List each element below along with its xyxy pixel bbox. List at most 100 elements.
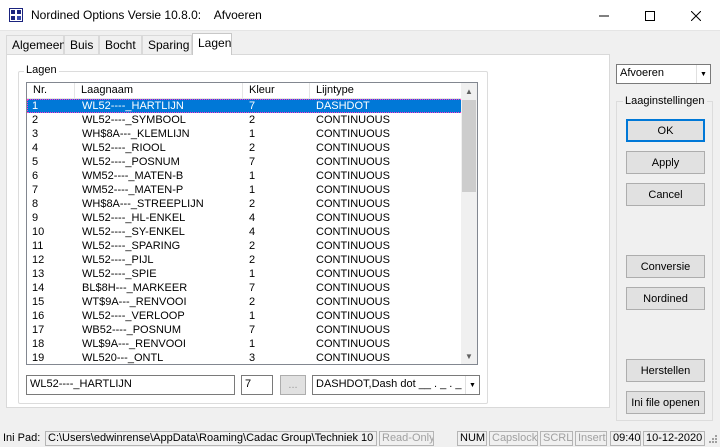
tab-sparing[interactable]: Sparing [142,35,192,54]
table-row[interactable]: 6 WM52----_MATEN-B 1 CONTINUOUS [27,169,463,183]
table-row[interactable]: 11 WL52----_SPARING 2 CONTINUOUS [27,239,463,253]
cell-lijntype: CONTINUOUS [316,170,390,182]
tab-algemeen[interactable]: Algemeen [6,35,66,54]
cell-laagnaam: WL52----_RIOOL [82,142,166,154]
context-combo[interactable]: Afvoeren ▼ [616,64,711,84]
herstellen-button[interactable]: Herstellen [626,359,705,382]
cancel-button[interactable]: Cancel [626,183,705,206]
tab-bocht[interactable]: Bocht [99,35,142,54]
column-header-lijntype[interactable]: Lijntype [310,83,463,99]
cell-kleur: 1 [249,128,256,140]
cell-lijntype: CONTINUOUS [316,310,390,322]
table-row[interactable]: 1 WL52----_HARTLIJN 7 DASHDOT [27,99,463,113]
cell-lijntype: CONTINUOUS [316,268,390,280]
window-title: Nordined Options Versie 10.8.0: Afvoeren [31,8,262,22]
chevron-down-icon[interactable]: ▼ [465,376,479,394]
minimize-icon [599,15,609,16]
scroll-up-icon[interactable]: ▲ [461,83,477,99]
chevron-down-icon[interactable]: ▼ [696,65,710,83]
close-button[interactable] [673,0,719,31]
table-row[interactable]: 12 WL52----_PIJL 2 CONTINUOUS [27,253,463,267]
ok-button[interactable]: OK [626,119,705,142]
table-row[interactable]: 18 WL$9A---_RENVOOI 1 CONTINUOUS [27,337,463,351]
capslock-indicator: Capslock [489,431,538,446]
table-row[interactable]: 16 WL52----_VERLOOP 1 CONTINUOUS [27,309,463,323]
table-row[interactable]: 13 WL52----_SPIE 1 CONTINUOUS [27,267,463,281]
table-row[interactable]: 4 WL52----_RIOOL 2 CONTINUOUS [27,141,463,155]
table-row[interactable]: 17 WB52----_POSNUM 7 CONTINUOUS [27,323,463,337]
cell-lijntype: CONTINUOUS [316,282,390,294]
table-row[interactable]: 10 WL52----_SY-ENKEL 4 CONTINUOUS [27,225,463,239]
conversie-button[interactable]: Conversie [626,255,705,278]
table-row[interactable]: 19 WL520---_ONTL 3 CONTINUOUS [27,351,463,364]
cell-kleur: 1 [249,268,256,280]
cell-laagnaam: WL52----_PIJL [82,254,154,266]
table-row[interactable]: 9 WL52----_HL-ENKEL 4 CONTINUOUS [27,211,463,225]
list-header: Nr. Laagnaam Kleur Lijntype [27,83,463,99]
ini-path-label: Ini Pad: [3,432,41,444]
cell-laagnaam: WL52----_VERLOOP [82,310,185,322]
color-browse-button[interactable]: ... [280,375,306,395]
ini-file-openen-button[interactable]: Ini file openen [626,391,705,414]
table-row[interactable]: 2 WL52----_SYMBOOL 2 CONTINUOUS [27,113,463,127]
maximize-button[interactable] [627,0,673,31]
cell-laagnaam: WL52----_SPIE [82,268,157,280]
cell-laagnaam: WH$8A---_STREEPLIJN [82,198,204,210]
resize-grip-icon[interactable] [707,433,718,444]
column-header-nr[interactable]: Nr. [27,83,75,99]
cell-nr: 18 [32,338,45,350]
cell-kleur: 2 [249,254,256,266]
cell-nr: 16 [32,310,45,322]
scroll-thumb[interactable] [462,100,476,192]
table-row[interactable]: 14 BL$8H---_MARKEER 7 CONTINUOUS [27,281,463,295]
cell-lijntype: CONTINUOUS [316,156,390,168]
table-row[interactable]: 7 WM52----_MATEN-P 1 CONTINUOUS [27,183,463,197]
cell-nr: 9 [32,212,39,224]
cell-lijntype: DASHDOT [316,100,370,112]
ini-path-value: C:\Users\edwinrense\AppData\Roaming\Cada… [45,431,377,446]
table-row[interactable]: 15 WT$9A---_RENVOOI 2 CONTINUOUS [27,295,463,309]
minimize-button[interactable] [581,0,627,31]
cell-kleur: 4 [249,212,256,224]
cell-lijntype: CONTINUOUS [316,198,390,210]
list-scrollbar[interactable]: ▲ ▼ [461,83,477,364]
cell-nr: 4 [32,142,39,154]
tab-buis[interactable]: Buis [64,35,99,54]
table-row[interactable]: 5 WL52----_POSNUM 7 CONTINUOUS [27,155,463,169]
num-indicator: NUM [457,431,487,446]
cell-laagnaam: WL52----_SYMBOOL [82,114,186,126]
layer-name-field[interactable]: WL52----_HARTLIJN [26,375,235,395]
cell-nr: 7 [32,184,39,196]
insert-indicator: Insert [575,431,607,446]
cell-laagnaam: WL52----_HARTLIJN [82,100,184,112]
time-display: 09:40 [610,431,641,446]
cell-nr: 13 [32,268,45,280]
linetype-combo[interactable]: DASHDOT,Dash dot __ . _ . _ ▼ [312,375,480,395]
cell-laagnaam: WM52----_MATEN-P [82,184,184,196]
table-row[interactable]: 8 WH$8A---_STREEPLIJN 2 CONTINUOUS [27,197,463,211]
cell-kleur: 2 [249,296,256,308]
table-row[interactable]: 3 WH$8A---_KLEMLIJN 1 CONTINUOUS [27,127,463,141]
layers-list[interactable]: Nr. Laagnaam Kleur Lijntype 1 WL52----_HA… [26,82,478,365]
cell-nr: 6 [32,170,39,182]
readonly-indicator: Read-Only [379,431,434,446]
cell-lijntype: CONTINUOUS [316,296,390,308]
close-icon [691,10,701,21]
tab-lagen[interactable]: Lagen [192,33,232,55]
column-header-kleur[interactable]: Kleur [243,83,310,99]
scroll-down-icon[interactable]: ▼ [461,348,477,364]
column-header-laagnaam[interactable]: Laagnaam [75,83,243,99]
cell-lijntype: CONTINUOUS [316,142,390,154]
apply-button[interactable]: Apply [626,151,705,174]
title-bar: Nordined Options Versie 10.8.0: Afvoeren [0,0,720,31]
cell-laagnaam: BL$8H---_MARKEER [82,282,188,294]
layer-color-field[interactable]: 7 [241,375,273,395]
cell-kleur: 2 [249,240,256,252]
cell-lijntype: CONTINUOUS [316,184,390,196]
date-display: 10-12-2020 [643,431,705,446]
nordined-button[interactable]: Nordined [626,287,705,310]
cell-nr: 8 [32,198,39,210]
cell-kleur: 7 [249,100,256,112]
app-icon [9,8,23,22]
cell-laagnaam: WL520---_ONTL [82,352,164,364]
